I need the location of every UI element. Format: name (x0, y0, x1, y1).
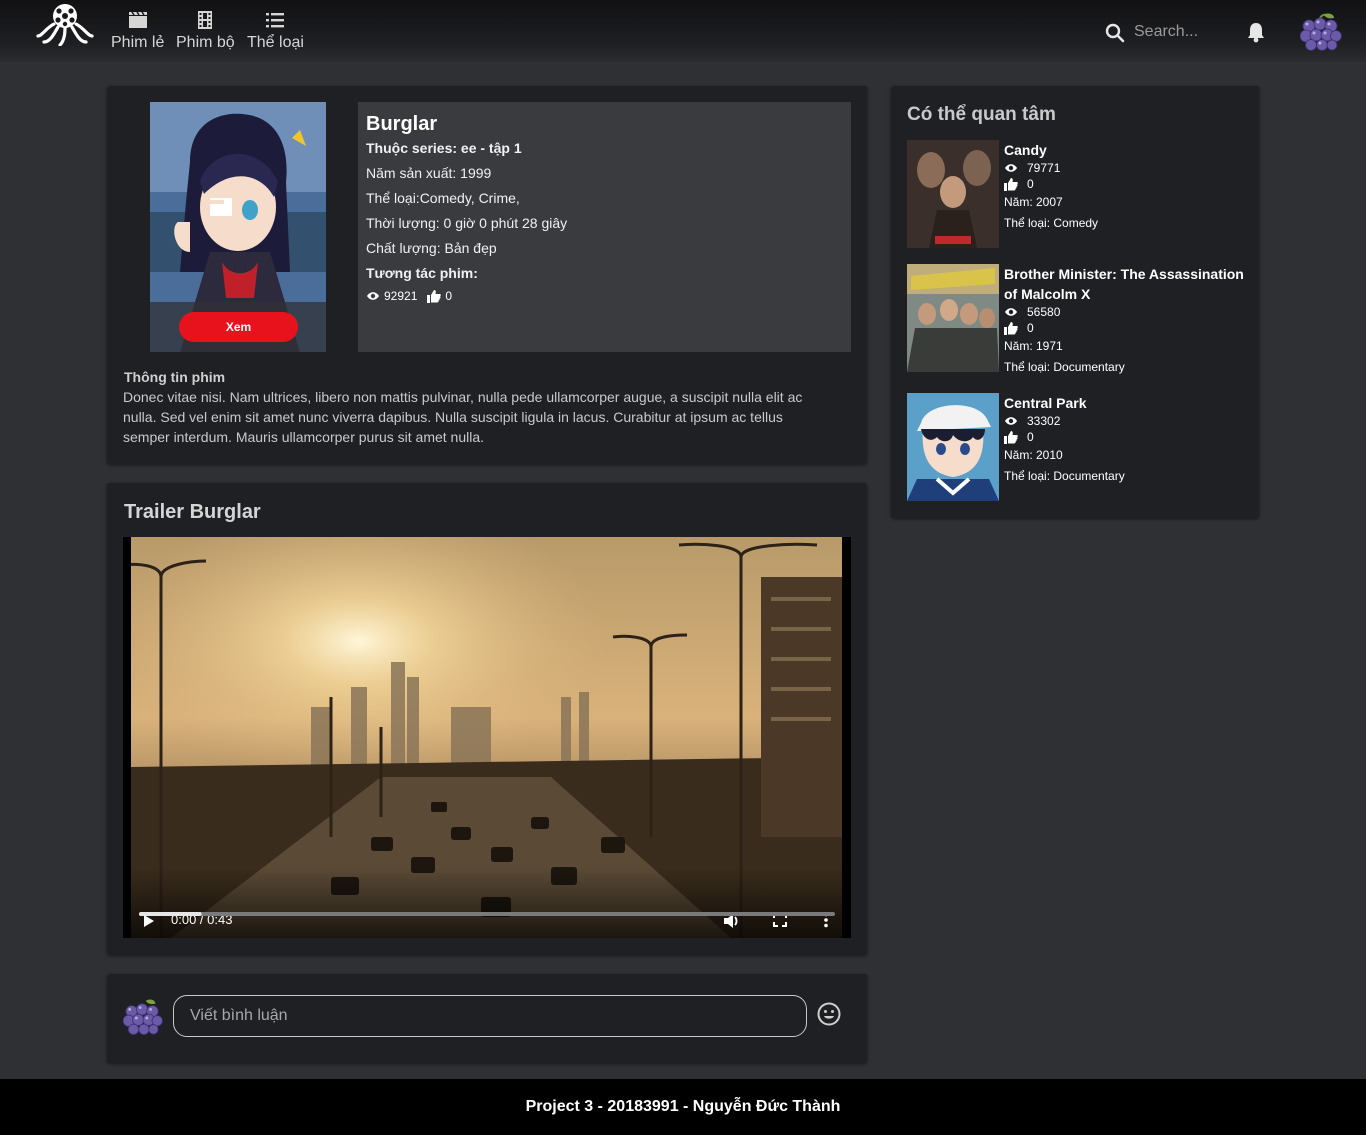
trailer-video-player[interactable]: 0:00 / 0:43 (123, 537, 851, 938)
emoji-icon[interactable] (816, 1001, 842, 1027)
movie-quality: Chất lượng: Bản đẹp (366, 240, 497, 256)
recommendation-thumbnail (907, 140, 999, 248)
recommendation-likes-row: 0 (1004, 320, 1244, 336)
recommendation-name: Candy (1004, 142, 1047, 158)
film-strip-icon (198, 11, 213, 29)
comment-panel (107, 974, 867, 1063)
nav-phim-bo[interactable]: Phim bộ (176, 8, 235, 52)
movie-views: 92921 (384, 289, 418, 303)
movie-duration: Thời lượng: 0 giờ 0 phút 28 giây (366, 215, 568, 231)
list-icon (266, 13, 285, 28)
eye-icon (367, 292, 379, 300)
grape-avatar-icon (1299, 13, 1342, 51)
recommendation-likes: 0 (1027, 321, 1034, 335)
recommendation-year: Năm: 2010 (1004, 448, 1063, 462)
octopus-film-logo-icon (36, 4, 94, 47)
recommendation-views: 56580 (1027, 305, 1061, 319)
recommendation-likes: 0 (1027, 430, 1034, 444)
video-progress-bar[interactable] (139, 912, 835, 916)
movie-year: Năm sản xuất: 1999 (366, 165, 492, 181)
site-logo[interactable] (36, 2, 94, 47)
thumbs-up-icon[interactable] (427, 289, 442, 303)
recommendation-item[interactable]: Central Park 33302 0 Năm: 2010 Thể loại:… (907, 393, 1252, 501)
recommendation-thumbnail (907, 393, 999, 501)
description-text: Donec vitae nisi. Nam ultrices, libero n… (123, 389, 803, 445)
thumbs-up-icon (1004, 321, 1018, 335)
eye-icon (1005, 417, 1017, 425)
eye-icon (1005, 308, 1017, 316)
movie-poster-thumb-central-park (907, 393, 999, 501)
footer-text: Project 3 - 20183991 - Nguyễn Đức Thành (525, 1098, 841, 1115)
movie-info-panel: Xem Burglar Thuộc series: ee - tập 1 Năm… (107, 86, 867, 464)
movie-poster[interactable]: Xem (150, 102, 326, 352)
movie-meta: Burglar Thuộc series: ee - tập 1 Năm sản… (358, 102, 851, 352)
movie-likes: 0 (445, 289, 453, 303)
recommendation-views-row: 33302 (1004, 413, 1244, 429)
recommendation-item[interactable]: Candy 79771 0 Năm: 2007 Thể loại: Comedy (907, 140, 1252, 248)
bell-icon (1248, 23, 1264, 43)
nav-phim-le[interactable]: Phim lẻ (111, 8, 164, 52)
movie-series: Thuộc series: ee - tập 1 (366, 140, 522, 156)
nav-the-loai-label: Thể loại (247, 34, 304, 51)
movie-genre: Thể loại:Comedy, Crime, (366, 190, 520, 206)
search-icon[interactable] (1104, 22, 1126, 44)
recommendation-views-row: 79771 (1004, 160, 1244, 176)
recommendation-genre: Thể loại: Comedy (1004, 216, 1099, 230)
recommendation-year: Năm: 2007 (1004, 195, 1063, 209)
video-controls: 0:00 / 0:43 (123, 867, 851, 938)
recommendation-year: Năm: 1971 (1004, 339, 1063, 353)
film-icon (128, 11, 147, 28)
movie-poster-thumb-zombieland (907, 264, 999, 372)
thumbs-up-icon (1004, 177, 1018, 191)
movie-interaction-label: Tương tác phim: (366, 265, 478, 281)
recommendation-likes-row: 0 (1004, 429, 1244, 445)
recommendation-genre: Thể loại: Documentary (1004, 469, 1125, 483)
nav-the-loai[interactable]: Thể loại (247, 8, 304, 52)
recommendation-title: Có thể quan tâm (907, 104, 1056, 125)
recommendation-item[interactable]: Brother Minister: The Assassination of M… (907, 264, 1252, 374)
recommendation-views: 79771 (1027, 161, 1061, 175)
recommendation-views: 33302 (1027, 414, 1061, 428)
recommendation-likes: 0 (1027, 177, 1034, 191)
user-avatar[interactable] (1299, 12, 1342, 52)
notification-button[interactable] (1246, 21, 1266, 48)
video-progress-fill (139, 912, 202, 916)
movie-title: Burglar (366, 113, 438, 135)
trailer-panel: Trailer Burglar 0:00 / 0:43 (107, 483, 867, 955)
recommendation-genre: Thể loại: Documentary (1004, 360, 1125, 374)
eye-icon (1005, 164, 1017, 172)
commenter-avatar (122, 998, 163, 1036)
footer: Project 3 - 20183991 - Nguyễn Đức Thành (0, 1079, 1366, 1135)
nav-phim-le-label: Phim lẻ (111, 34, 165, 51)
grape-avatar-icon (122, 999, 163, 1035)
recommendation-thumbnail (907, 264, 999, 372)
nav-phim-bo-label: Phim bộ (176, 34, 235, 51)
recommendation-views-row: 56580 (1004, 304, 1244, 320)
comment-input[interactable] (173, 995, 807, 1037)
top-nav-bar: Phim lẻ Phim bộ Thể loại (0, 0, 1366, 62)
play-icon[interactable] (143, 914, 155, 928)
movie-stats: 92921 0 (366, 286, 843, 306)
trailer-title: Trailer Burglar (124, 501, 261, 523)
recommendation-name: Central Park (1004, 395, 1087, 411)
description-title: Thông tin phim (124, 369, 226, 385)
movie-poster-thumb-candy (907, 140, 999, 248)
search-box (1102, 20, 1224, 46)
thumbs-up-icon (1004, 430, 1018, 444)
recommendation-likes-row: 0 (1004, 176, 1244, 192)
watch-button[interactable]: Xem (179, 312, 298, 342)
recommendation-panel: Có thể quan tâm Candy 79771 0 Năm: 2007 … (891, 86, 1259, 518)
recommendation-name: Brother Minister: The Assassination of M… (1004, 266, 1244, 302)
search-input[interactable] (1134, 20, 1224, 44)
